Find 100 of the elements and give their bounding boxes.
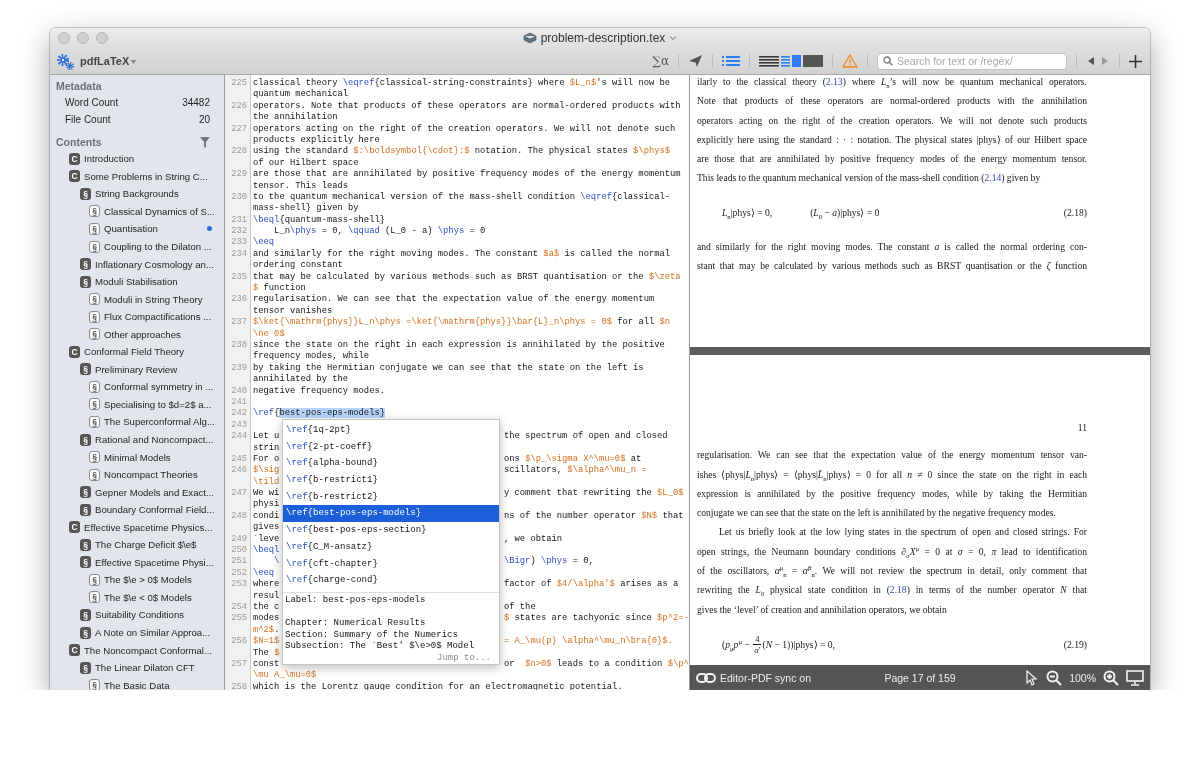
code-line: \ne 0$: [253, 328, 285, 340]
outline-item[interactable]: § Moduli in String Theory: [50, 290, 224, 308]
code-line: classical theory \eqref{classical-string-constraints} where $L_n$'s will now be: [253, 78, 671, 89]
completion-item[interactable]: \ref{best-pos-eps-models}: [283, 505, 499, 523]
gear-icon[interactable]: [56, 52, 74, 70]
code-line: For o: [253, 453, 280, 464]
outline-item[interactable]: § A Note on Similar Approa...: [50, 623, 224, 642]
outline-item[interactable]: § Inflationary Cosmology an...: [50, 255, 224, 273]
outline-item[interactable]: § String Backgrounds: [50, 185, 224, 203]
section-info: Section: Summary of the Numerics: [285, 629, 459, 641]
outline-item[interactable]: § The Basic Data: [50, 676, 224, 690]
outline-item[interactable]: § Boundary Conformal Field...: [50, 500, 224, 519]
zoom-in-icon[interactable]: [1103, 669, 1119, 686]
section-badge: §: [89, 451, 100, 464]
line-number: 250: [230, 545, 248, 557]
outline-item[interactable]: C Some Problems in String C...: [50, 167, 224, 186]
section-badge: §: [80, 486, 91, 499]
outline-item[interactable]: C The Noncompact Conformal...: [50, 641, 224, 659]
code-line: , we obtain: [504, 533, 563, 545]
forward-icon[interactable]: [1100, 56, 1110, 66]
document-icon: [522, 32, 537, 44]
equation-text: (N − 1))|phys⟩ = 0,: [762, 639, 835, 651]
outline-item[interactable]: C Conformal Field Theory: [50, 343, 224, 361]
jump-link[interactable]: Jump to...: [285, 652, 497, 664]
code-line: modes: [253, 613, 280, 624]
line-number: 253: [230, 579, 248, 591]
section-badge: §: [89, 222, 100, 235]
code-line: annihilated by the: [253, 374, 349, 386]
link-icon[interactable]: [696, 671, 716, 684]
completion-item[interactable]: \ref{alpha-bound}: [283, 455, 499, 473]
outline-item[interactable]: § Classical Dynamics of S...: [50, 202, 224, 221]
fraction: 4 α′: [753, 634, 762, 656]
code-line: tensor vanishes: [253, 305, 333, 317]
outline-item[interactable]: § Effective Spacetime Physi...: [50, 553, 224, 572]
back-icon[interactable]: [1086, 56, 1096, 66]
completion-item[interactable]: \ref{1q-2pt}: [283, 422, 499, 439]
outline-item[interactable]: C Introduction: [50, 150, 224, 168]
code-line: const: [253, 658, 280, 669]
monitor-icon[interactable]: [1126, 669, 1144, 686]
code-line: physi: [253, 499, 280, 511]
pointer-icon[interactable]: [1025, 669, 1040, 686]
section-header: Contents: [56, 136, 102, 148]
page-indicator: Page 17 of 159: [884, 671, 956, 684]
line-number: 240: [230, 385, 248, 397]
code-line: \eeq: [253, 567, 275, 579]
completion-item[interactable]: \ref{charge-cond}: [283, 572, 499, 589]
plus-icon[interactable]: [1129, 54, 1142, 68]
zoom-out-icon[interactable]: [1046, 669, 1063, 686]
completion-item[interactable]: \ref{cft-chapter}: [283, 555, 499, 573]
outline-item[interactable]: § Flux Compactifications ...: [50, 307, 224, 326]
code-line: y comment that rewriting the $L_0$: [504, 488, 684, 500]
outline-item[interactable]: § Gepner Models and Exact...: [50, 483, 224, 501]
code-line: = A_\mu(p) \alpha^\mu_n\bra{0}$.: [504, 636, 673, 648]
section-badge: §: [80, 275, 91, 288]
code-line: the c: [253, 601, 280, 612]
subsection-info: Subsection: The `Best' $\e>0$ Model: [285, 641, 476, 653]
list-icon[interactable]: [722, 55, 740, 67]
outline-item[interactable]: § The Charge Deficit $\e$: [50, 536, 224, 554]
outline-item[interactable]: § Conformal symmetry in ...: [50, 378, 224, 396]
line-number: 235: [230, 271, 248, 284]
code-line: that may be calculated by various methods such as BRST quantisation or the $\zeta: [253, 271, 681, 283]
symbols-button[interactable]: ∑α: [652, 54, 669, 68]
outline-item[interactable]: § Other approaches: [50, 325, 224, 343]
outline-item[interactable]: C Effective Spacetime Physics...: [50, 518, 224, 537]
code-line: mass-shell} given by: [253, 203, 359, 215]
completion-item[interactable]: \ref{b-restrict1}: [283, 472, 499, 489]
code-line: \ref{best-pos-eps-models}: [253, 408, 385, 420]
filter-icon[interactable]: [200, 136, 210, 148]
completion-item[interactable]: \ref{best-pos-eps-section}: [283, 522, 499, 539]
line-number: 226: [230, 100, 248, 113]
chapter-info: Chapter: Numerical Results: [285, 618, 427, 630]
engine-menu[interactable]: pdfLaTeX: [80, 55, 130, 67]
outline-item[interactable]: § Minimal Models: [50, 448, 224, 466]
completion-item[interactable]: \ref{C_M-ansatz}: [283, 538, 499, 556]
outline-item[interactable]: § Moduli Stabilisation: [50, 272, 224, 291]
outline-item[interactable]: § The Linear Dilaton CFT: [50, 658, 224, 677]
outline-item[interactable]: § Noncompact Theories: [50, 465, 224, 484]
outline-item[interactable]: § Coupling to the Dilaton ...: [50, 237, 224, 256]
completion-item[interactable]: \ref{2-pt-coeff}: [283, 438, 499, 456]
pdf-paragraph: and similarly for the right moving modes. The constant a is called the normal ordering con- stant that may be calculated by various methods such as BRST quantisation or the ζ function: [697, 240, 1087, 274]
outline-item[interactable]: § Preliminary Review: [50, 360, 224, 379]
caret-icon[interactable]: [669, 34, 678, 42]
code-line: \eeq: [253, 237, 275, 249]
search-field[interactable]: Search for text or /regex/: [877, 52, 1067, 70]
outline-item[interactable]: § The $\e < 0$ Models: [50, 588, 224, 607]
outline-item[interactable]: § Suitability Conditions: [50, 606, 224, 624]
code-line: which is the Lorentz gauge condition for an electromagnetic potential.: [253, 681, 623, 690]
editor-layout-icon[interactable]: [759, 54, 779, 68]
outline-item[interactable]: § The Superconformal Alg...: [50, 413, 224, 431]
outline-item[interactable]: § The $\e > 0$ Models: [50, 571, 224, 589]
warning-icon[interactable]: [842, 54, 858, 68]
paper-plane-icon[interactable]: [688, 54, 703, 68]
outline-item[interactable]: § Specialising to $d=2$ a...: [50, 395, 224, 414]
code-line: products explicitly here: [253, 134, 380, 146]
outline-item[interactable]: § Rational and Noncompact...: [50, 430, 224, 449]
code-line: $\sig: [253, 465, 280, 476]
completion-item[interactable]: \ref{b-restrict2}: [283, 488, 499, 506]
outline-item[interactable]: § Quantisation: [50, 220, 224, 238]
pdf-layout-icon[interactable]: [803, 54, 823, 68]
pdf-paragraph: regularisation. We can see that the expectation value of the energy momentum tensor van- ishes ⟨phys|L$_{n}$|phys⟩ = ⟨phys|L̄$_{n}$|phys⟩ = 0 for all n ≠ 0 since the state on the right in each expression is annihilated by the positive frequency modes, while by taking the Hermitian conjugate we can see that the state on the left is annihilated by the negative frequency modes.: [697, 448, 1087, 521]
